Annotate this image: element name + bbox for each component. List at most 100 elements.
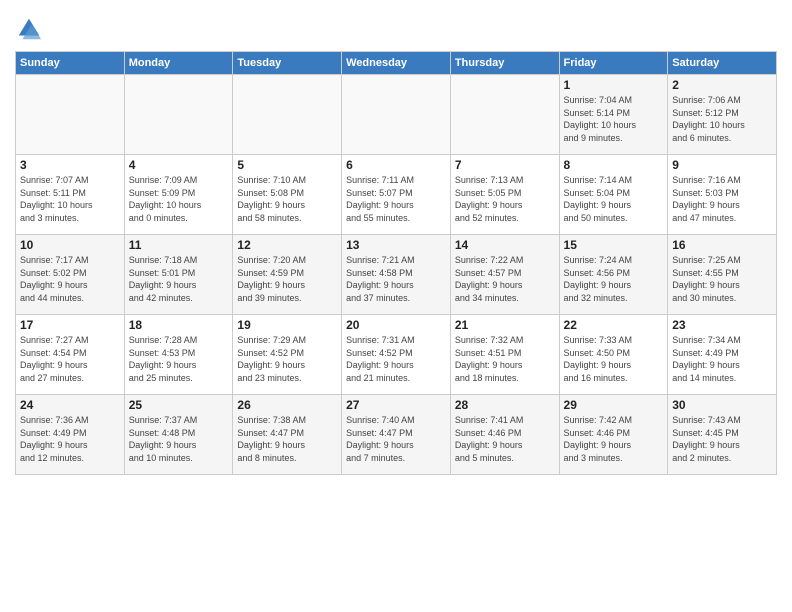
day-number: 13 bbox=[346, 238, 446, 252]
calendar-cell: 23 Sunrise: 7:34 AM Sunset: 4:49 PM Dayli… bbox=[668, 315, 777, 395]
calendar-cell: 5 Sunrise: 7:10 AM Sunset: 5:08 PM Daylig… bbox=[233, 155, 342, 235]
calendar-cell: 24 Sunrise: 7:36 AM Sunset: 4:49 PM Dayli… bbox=[16, 395, 125, 475]
week-row-2: 10 Sunrise: 7:17 AM Sunset: 5:02 PM Dayli… bbox=[16, 235, 777, 315]
day-info: Sunrise: 7:43 AM Sunset: 4:45 PM Dayligh… bbox=[672, 414, 772, 464]
day-info: Sunrise: 7:40 AM Sunset: 4:47 PM Dayligh… bbox=[346, 414, 446, 464]
calendar-cell bbox=[342, 75, 451, 155]
day-number: 20 bbox=[346, 318, 446, 332]
calendar-cell: 1 Sunrise: 7:04 AM Sunset: 5:14 PM Daylig… bbox=[559, 75, 668, 155]
day-number: 12 bbox=[237, 238, 337, 252]
day-info: Sunrise: 7:04 AM Sunset: 5:14 PM Dayligh… bbox=[564, 94, 664, 144]
day-number: 8 bbox=[564, 158, 664, 172]
day-info: Sunrise: 7:14 AM Sunset: 5:04 PM Dayligh… bbox=[564, 174, 664, 224]
day-number: 11 bbox=[129, 238, 229, 252]
calendar-cell: 16 Sunrise: 7:25 AM Sunset: 4:55 PM Dayli… bbox=[668, 235, 777, 315]
page-container: SundayMondayTuesdayWednesdayThursdayFrid… bbox=[0, 0, 792, 480]
day-info: Sunrise: 7:28 AM Sunset: 4:53 PM Dayligh… bbox=[129, 334, 229, 384]
calendar-cell bbox=[16, 75, 125, 155]
calendar-cell: 20 Sunrise: 7:31 AM Sunset: 4:52 PM Dayli… bbox=[342, 315, 451, 395]
weekday-header-thursday: Thursday bbox=[450, 52, 559, 75]
day-info: Sunrise: 7:33 AM Sunset: 4:50 PM Dayligh… bbox=[564, 334, 664, 384]
calendar-cell bbox=[124, 75, 233, 155]
calendar-cell: 14Sunrise: 7:22 AM Sunset: 4:57 PM Dayli… bbox=[450, 235, 559, 315]
calendar-cell: 21 Sunrise: 7:32 AM Sunset: 4:51 PM Dayli… bbox=[450, 315, 559, 395]
day-number: 21 bbox=[455, 318, 555, 332]
day-number: 29 bbox=[564, 398, 664, 412]
day-info: Sunrise: 7:18 AM Sunset: 5:01 PM Dayligh… bbox=[129, 254, 229, 304]
weekday-header-monday: Monday bbox=[124, 52, 233, 75]
day-number: 27 bbox=[346, 398, 446, 412]
calendar-cell bbox=[233, 75, 342, 155]
day-info: Sunrise: 7:11 AM Sunset: 5:07 PM Dayligh… bbox=[346, 174, 446, 224]
header bbox=[15, 10, 777, 43]
day-info: Sunrise: 7:31 AM Sunset: 4:52 PM Dayligh… bbox=[346, 334, 446, 384]
calendar-cell bbox=[450, 75, 559, 155]
weekday-header-wednesday: Wednesday bbox=[342, 52, 451, 75]
calendar-cell: 17 Sunrise: 7:27 AM Sunset: 4:54 PM Dayli… bbox=[16, 315, 125, 395]
week-row-3: 17 Sunrise: 7:27 AM Sunset: 4:54 PM Dayli… bbox=[16, 315, 777, 395]
day-info: Sunrise: 7:20 AM Sunset: 4:59 PM Dayligh… bbox=[237, 254, 337, 304]
day-number: 24 bbox=[20, 398, 120, 412]
day-info: Sunrise: 7:25 AM Sunset: 4:55 PM Dayligh… bbox=[672, 254, 772, 304]
weekday-header-saturday: Saturday bbox=[668, 52, 777, 75]
calendar-cell: 28 Sunrise: 7:41 AM Sunset: 4:46 PM Dayli… bbox=[450, 395, 559, 475]
day-info: Sunrise: 7:27 AM Sunset: 4:54 PM Dayligh… bbox=[20, 334, 120, 384]
day-info: Sunrise: 7:37 AM Sunset: 4:48 PM Dayligh… bbox=[129, 414, 229, 464]
calendar-cell: 4 Sunrise: 7:09 AM Sunset: 5:09 PM Daylig… bbox=[124, 155, 233, 235]
calendar-cell: 11 Sunrise: 7:18 AM Sunset: 5:01 PM Dayli… bbox=[124, 235, 233, 315]
day-number: 14 bbox=[455, 238, 555, 252]
calendar-cell: 26Sunrise: 7:38 AM Sunset: 4:47 PM Dayli… bbox=[233, 395, 342, 475]
day-info: Sunrise: 7:36 AM Sunset: 4:49 PM Dayligh… bbox=[20, 414, 120, 464]
day-number: 16 bbox=[672, 238, 772, 252]
day-info: Sunrise: 7:38 AM Sunset: 4:47 PM Dayligh… bbox=[237, 414, 337, 464]
day-number: 18 bbox=[129, 318, 229, 332]
logo-icon bbox=[15, 15, 43, 43]
weekday-header-friday: Friday bbox=[559, 52, 668, 75]
week-row-1: 3Sunrise: 7:07 AM Sunset: 5:11 PM Daylig… bbox=[16, 155, 777, 235]
day-number: 23 bbox=[672, 318, 772, 332]
day-info: Sunrise: 7:42 AM Sunset: 4:46 PM Dayligh… bbox=[564, 414, 664, 464]
day-info: Sunrise: 7:07 AM Sunset: 5:11 PM Dayligh… bbox=[20, 174, 120, 224]
day-number: 17 bbox=[20, 318, 120, 332]
week-row-4: 24 Sunrise: 7:36 AM Sunset: 4:49 PM Dayli… bbox=[16, 395, 777, 475]
calendar-cell: 12 Sunrise: 7:20 AM Sunset: 4:59 PM Dayli… bbox=[233, 235, 342, 315]
calendar-cell: 27 Sunrise: 7:40 AM Sunset: 4:47 PM Dayli… bbox=[342, 395, 451, 475]
day-info: Sunrise: 7:17 AM Sunset: 5:02 PM Dayligh… bbox=[20, 254, 120, 304]
day-info: Sunrise: 7:29 AM Sunset: 4:52 PM Dayligh… bbox=[237, 334, 337, 384]
calendar-table: SundayMondayTuesdayWednesdayThursdayFrid… bbox=[15, 51, 777, 475]
day-number: 10 bbox=[20, 238, 120, 252]
calendar-cell: 7Sunrise: 7:13 AM Sunset: 5:05 PM Daylig… bbox=[450, 155, 559, 235]
calendar-cell: 29 Sunrise: 7:42 AM Sunset: 4:46 PM Dayli… bbox=[559, 395, 668, 475]
day-info: Sunrise: 7:34 AM Sunset: 4:49 PM Dayligh… bbox=[672, 334, 772, 384]
day-number: 25 bbox=[129, 398, 229, 412]
day-number: 6 bbox=[346, 158, 446, 172]
day-number: 4 bbox=[129, 158, 229, 172]
day-info: Sunrise: 7:16 AM Sunset: 5:03 PM Dayligh… bbox=[672, 174, 772, 224]
day-number: 19 bbox=[237, 318, 337, 332]
calendar-cell: 8 Sunrise: 7:14 AM Sunset: 5:04 PM Daylig… bbox=[559, 155, 668, 235]
calendar-cell: 9 Sunrise: 7:16 AM Sunset: 5:03 PM Daylig… bbox=[668, 155, 777, 235]
day-number: 2 bbox=[672, 78, 772, 92]
weekday-header-row: SundayMondayTuesdayWednesdayThursdayFrid… bbox=[16, 52, 777, 75]
day-info: Sunrise: 7:41 AM Sunset: 4:46 PM Dayligh… bbox=[455, 414, 555, 464]
day-info: Sunrise: 7:24 AM Sunset: 4:56 PM Dayligh… bbox=[564, 254, 664, 304]
day-number: 28 bbox=[455, 398, 555, 412]
day-info: Sunrise: 7:10 AM Sunset: 5:08 PM Dayligh… bbox=[237, 174, 337, 224]
day-info: Sunrise: 7:09 AM Sunset: 5:09 PM Dayligh… bbox=[129, 174, 229, 224]
calendar-cell: 10 Sunrise: 7:17 AM Sunset: 5:02 PM Dayli… bbox=[16, 235, 125, 315]
calendar-cell: 22Sunrise: 7:33 AM Sunset: 4:50 PM Dayli… bbox=[559, 315, 668, 395]
day-info: Sunrise: 7:32 AM Sunset: 4:51 PM Dayligh… bbox=[455, 334, 555, 384]
calendar-cell: 6 Sunrise: 7:11 AM Sunset: 5:07 PM Daylig… bbox=[342, 155, 451, 235]
calendar-cell: 19 Sunrise: 7:29 AM Sunset: 4:52 PM Dayli… bbox=[233, 315, 342, 395]
day-number: 5 bbox=[237, 158, 337, 172]
day-number: 15 bbox=[564, 238, 664, 252]
weekday-header-sunday: Sunday bbox=[16, 52, 125, 75]
calendar-cell: 25 Sunrise: 7:37 AM Sunset: 4:48 PM Dayli… bbox=[124, 395, 233, 475]
day-number: 9 bbox=[672, 158, 772, 172]
week-row-0: 1 Sunrise: 7:04 AM Sunset: 5:14 PM Daylig… bbox=[16, 75, 777, 155]
day-number: 1 bbox=[564, 78, 664, 92]
calendar-cell: 13 Sunrise: 7:21 AM Sunset: 4:58 PM Dayli… bbox=[342, 235, 451, 315]
calendar-cell: 15 Sunrise: 7:24 AM Sunset: 4:56 PM Dayli… bbox=[559, 235, 668, 315]
day-info: Sunrise: 7:21 AM Sunset: 4:58 PM Dayligh… bbox=[346, 254, 446, 304]
day-info: Sunrise: 7:13 AM Sunset: 5:05 PM Dayligh… bbox=[455, 174, 555, 224]
